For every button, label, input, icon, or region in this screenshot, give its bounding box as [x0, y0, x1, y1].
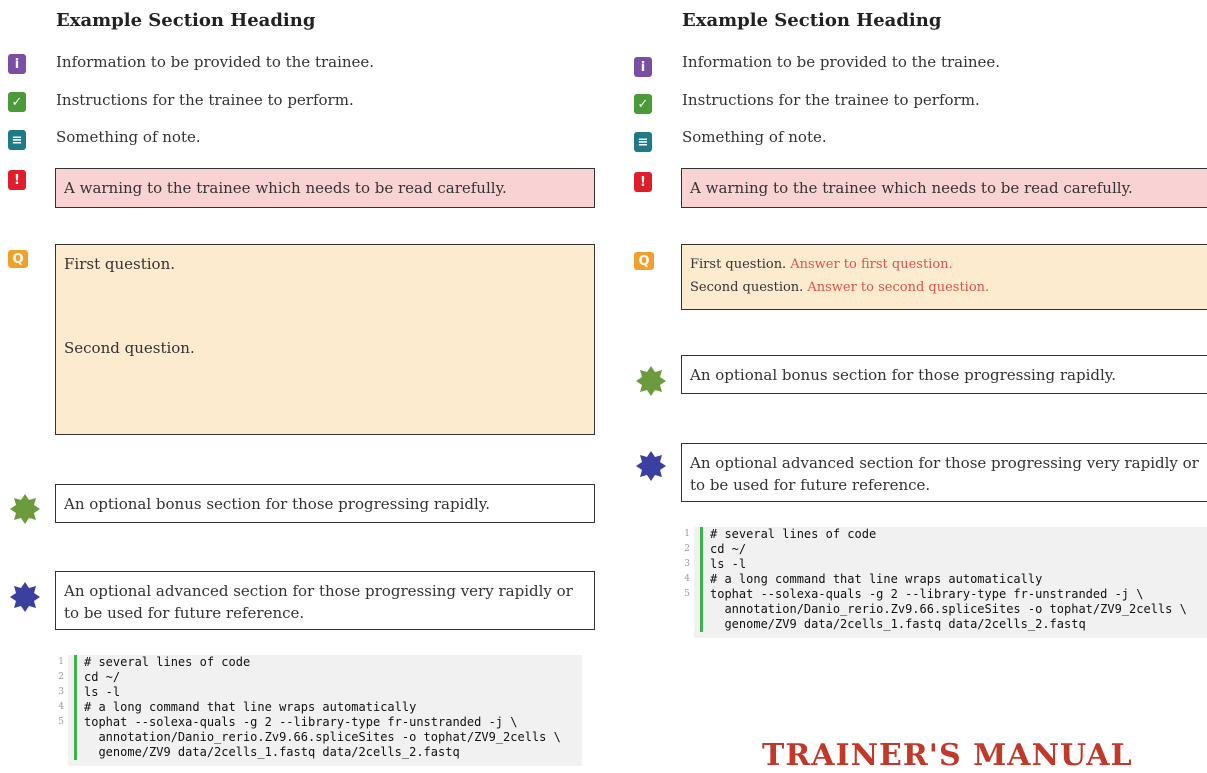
trainer-manual-title: TRAINER'S MANUAL: [762, 738, 1133, 773]
bonus-text: An optional bonus section for those prog…: [690, 366, 1117, 384]
code-line: genome/ZV9 data/2cells_1.fastq data/2cel…: [68, 745, 582, 760]
question-icon: Q: [8, 250, 28, 268]
warning-text: A warning to the trainee which needs to …: [64, 179, 507, 197]
answer-2: Answer to second question.: [807, 280, 990, 295]
instructions-text: Instructions for the trainee to perform.: [682, 91, 980, 109]
section-heading: Example Section Heading: [56, 10, 316, 31]
warning-box: A warning to the trainee which needs to …: [55, 168, 595, 208]
question-1: First question.: [64, 255, 175, 273]
code-line: genome/ZV9 data/2cells_1.fastq data/2cel…: [694, 617, 1207, 632]
section-heading: Example Section Heading: [682, 10, 942, 31]
code-line: 5 tophat --solexa-quals -g 2 --library-ty…: [684, 587, 1144, 602]
code-line: 5 tophat --solexa-quals -g 2 --library-ty…: [58, 715, 518, 730]
code-line: 1 # several lines of code: [684, 527, 877, 542]
note-icon: ≡: [634, 132, 652, 152]
advanced-box: An optional advanced section for those p…: [681, 443, 1207, 502]
question-box: First question. Second question.: [55, 244, 595, 435]
code-block: 1 # several lines of code 2 cd ~/ 3 ls -l 4…: [684, 527, 1207, 638]
note-text: Something of note.: [682, 128, 827, 146]
code-line: 2 cd ~/: [58, 670, 121, 685]
bonus-box: An optional bonus section for those prog…: [55, 484, 595, 523]
warning-box: A warning to the trainee which needs to …: [681, 168, 1207, 208]
question-answer-2: Second question. Answer to second questio…: [690, 276, 1199, 299]
code-line: 2 cd ~/: [684, 542, 747, 557]
bonus-star-icon: [10, 494, 40, 524]
question-1: First question.: [690, 257, 787, 272]
code-line: 3 ls -l: [58, 685, 121, 700]
question-answer-1: First question. Answer to first question.: [690, 253, 1199, 276]
trainee-column: Example Section Heading i Information to…: [0, 0, 600, 766]
warning-text: A warning to the trainee which needs to …: [690, 179, 1133, 197]
bonus-star-icon: [636, 366, 666, 396]
code-line: 3 ls -l: [684, 557, 747, 572]
warning-icon: !: [8, 170, 26, 190]
warning-icon: !: [634, 172, 652, 192]
code-line: 4 # a long command that line wraps automa…: [58, 700, 417, 715]
question-2: Second question.: [690, 280, 804, 295]
bonus-text: An optional bonus section for those prog…: [64, 495, 491, 513]
code-line: annotation/Danio_rerio.Zv9.66.spliceSite…: [68, 730, 582, 745]
info-text: Information to be provided to the traine…: [682, 53, 1001, 71]
advanced-star-icon: [10, 582, 40, 612]
note-text: Something of note.: [56, 128, 201, 146]
instructions-text: Instructions for the trainee to perform.: [56, 91, 354, 109]
code-line: 4 # a long command that line wraps automa…: [684, 572, 1043, 587]
note-icon: ≡: [8, 130, 26, 150]
answer-1: Answer to first question.: [790, 257, 953, 272]
advanced-text: An optional advanced section for those p…: [64, 582, 573, 622]
code-line: 1 # several lines of code: [58, 655, 251, 670]
advanced-box: An optional advanced section for those p…: [55, 571, 595, 630]
question-icon: Q: [634, 252, 654, 270]
question-box: First question. Answer to first question.…: [681, 244, 1207, 310]
info-icon: i: [634, 57, 652, 77]
advanced-star-icon: [636, 451, 666, 481]
info-text: Information to be provided to the traine…: [56, 53, 375, 71]
advanced-text: An optional advanced section for those p…: [690, 454, 1199, 494]
instructions-icon: ✓: [634, 94, 652, 114]
code-line: annotation/Danio_rerio.Zv9.66.spliceSite…: [694, 602, 1207, 617]
info-icon: i: [8, 54, 26, 74]
code-block: 1 # several lines of code 2 cd ~/ 3 ls -l 4…: [58, 655, 582, 766]
question-2: Second question.: [64, 339, 195, 357]
bonus-box: An optional bonus section for those prog…: [681, 355, 1207, 394]
instructions-icon: ✓: [8, 92, 26, 112]
trainer-column: Example Section Heading i Information to…: [626, 0, 1207, 773]
